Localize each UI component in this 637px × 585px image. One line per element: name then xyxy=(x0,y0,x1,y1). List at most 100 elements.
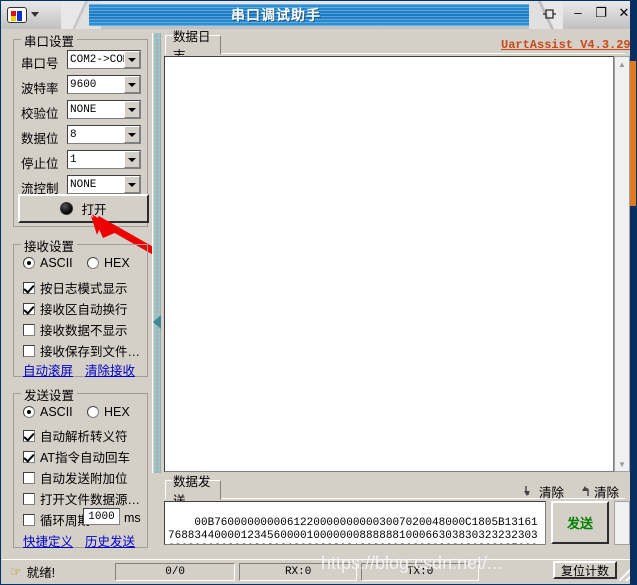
chevron-down-icon[interactable] xyxy=(31,12,39,17)
send-check-cycle[interactable]: 循环周期 xyxy=(23,510,90,529)
checkbox-file-source-icon xyxy=(23,492,35,505)
port-combo[interactable]: COM2->COM xyxy=(67,50,141,69)
flowctrl-combo-chevron-down-icon[interactable] xyxy=(124,176,140,193)
stopbits-combo[interactable]: 1 xyxy=(67,150,141,169)
link-auto-scroll[interactable]: 自动滚屏 xyxy=(23,360,73,379)
status-tx-value: TX:0 xyxy=(406,565,434,578)
port-combo-chevron-down-icon[interactable] xyxy=(124,51,140,68)
send-check-file-source-label: 打开文件数据源… xyxy=(40,493,141,507)
cycle-period-input[interactable]: 1000 xyxy=(83,508,120,525)
outer-scroll-thumb[interactable] xyxy=(630,61,636,206)
baud-value: 9600 xyxy=(70,78,97,91)
reset-counter-button[interactable]: 复位计数 xyxy=(553,561,617,579)
send-check-file-source[interactable]: 打开文件数据源… xyxy=(23,489,140,508)
send-check-escape[interactable]: 自动解析转义符 xyxy=(23,426,128,445)
window-title: 串口调试助手 xyxy=(231,7,321,23)
stopbits-value: 1 xyxy=(70,153,77,166)
flowctrl-value: NONE xyxy=(70,178,97,191)
title-bar: 串口调试助手 – ❐ ✕ xyxy=(1,1,636,29)
databits-combo-chevron-down-icon[interactable] xyxy=(124,126,140,143)
clear-log-button[interactable]: 清除 xyxy=(579,482,619,501)
parity-label: 校验位 xyxy=(21,107,59,121)
link-clear-receive[interactable]: 清除接收 xyxy=(85,360,135,379)
radio-send-hex-icon xyxy=(87,406,99,418)
baud-combo[interactable]: 9600 xyxy=(67,75,141,94)
checkbox-append-bits-icon xyxy=(23,471,35,484)
checkbox-cycle-icon xyxy=(23,513,35,526)
splitter-grip xyxy=(154,33,161,473)
send-hex-label: HEX xyxy=(104,405,130,419)
checkbox-escape-icon xyxy=(23,429,35,442)
app-menu-button[interactable] xyxy=(7,4,59,25)
receive-mode-hex-radio[interactable]: HEX xyxy=(87,256,130,270)
baud-combo-chevron-down-icon[interactable] xyxy=(124,76,140,93)
send-check-at-cr[interactable]: AT指令自动回车 xyxy=(23,447,130,466)
parity-combo[interactable]: NONE xyxy=(67,100,141,119)
pin-window-icon[interactable] xyxy=(541,6,559,22)
status-tx-cell: TX:0 xyxy=(361,562,480,581)
stopbits-combo-chevron-down-icon[interactable] xyxy=(124,151,140,168)
status-rx-value: RX:0 xyxy=(284,565,312,578)
send-mode-ascii-radio[interactable]: ASCII xyxy=(23,405,73,419)
receive-check-hide-data[interactable]: 接收数据不显示 xyxy=(23,320,128,339)
radio-send-ascii-icon xyxy=(23,406,35,418)
data-log-textarea[interactable] xyxy=(164,56,614,472)
send-button-label: 发送 xyxy=(566,516,593,531)
receive-settings-title: 接收设置 xyxy=(21,236,78,255)
status-rx-cell: RX:0 xyxy=(239,562,358,581)
flowctrl-combo[interactable]: NONE xyxy=(67,175,141,194)
receive-check-save-file-label: 接收保存到文件… xyxy=(40,345,141,359)
receive-hex-label: HEX xyxy=(104,256,130,270)
send-check-append-bits-label: 自动发送附加位 xyxy=(40,472,128,486)
send-check-append-bits[interactable]: 自动发送附加位 xyxy=(23,468,128,487)
arrow-down-clear-icon xyxy=(524,486,530,496)
cycle-unit-label: ms xyxy=(124,511,141,525)
close-button[interactable]: ✕ xyxy=(617,4,631,20)
databits-combo[interactable]: 8 xyxy=(67,125,141,144)
checkbox-hide-data-icon xyxy=(23,323,35,336)
receive-check-save-file[interactable]: 接收保存到文件… xyxy=(23,341,140,360)
databits-value: 8 xyxy=(70,128,77,141)
receive-check-log-mode-label: 按日志模式显示 xyxy=(40,282,128,296)
send-mode-hex-radio[interactable]: HEX xyxy=(87,405,130,419)
window-title-strip: 串口调试助手 xyxy=(89,4,533,26)
version-label: UartAssist V4.3.29 xyxy=(501,38,631,52)
parity-value: NONE xyxy=(70,103,97,116)
pin-glyph xyxy=(543,8,556,19)
send-button[interactable]: 发送 xyxy=(551,501,609,544)
clear-send-button[interactable]: 清除 xyxy=(524,482,564,501)
receive-check-autowrap-label: 接收区自动换行 xyxy=(40,303,128,317)
databits-label: 数据位 xyxy=(21,132,59,146)
panel-splitter[interactable] xyxy=(152,33,161,473)
tab-data-send[interactable]: 数据发送 xyxy=(165,475,221,508)
tab-data-log[interactable]: 数据日志 xyxy=(165,30,221,63)
port-label: 串口号 xyxy=(21,57,59,71)
send-ascii-label: ASCII xyxy=(40,405,73,419)
scroll-up-arrow-icon[interactable]: ▲ xyxy=(615,57,629,71)
receive-check-autowrap[interactable]: 接收区自动换行 xyxy=(23,299,128,318)
send-data-content: 00B7600000000061220000000000300702004800… xyxy=(168,517,538,544)
receive-mode-ascii-radio[interactable]: ASCII xyxy=(23,256,73,270)
send-check-at-cr-label: AT指令自动回车 xyxy=(40,451,131,465)
power-dot-icon xyxy=(60,202,74,215)
stopbits-label: 停止位 xyxy=(21,157,59,171)
parity-combo-chevron-down-icon[interactable] xyxy=(124,101,140,118)
link-quick-define[interactable]: 快捷定义 xyxy=(23,531,73,550)
clear-send-label: 清除 xyxy=(539,486,565,500)
checkbox-log-mode-icon xyxy=(23,281,35,294)
scroll-down-arrow-icon[interactable]: ▼ xyxy=(615,457,629,471)
maximize-button[interactable]: ❐ xyxy=(594,4,608,20)
send-data-textarea[interactable]: 00B7600000000061220000000000300702004800… xyxy=(164,501,546,545)
send-data-scrollbar[interactable] xyxy=(614,501,630,545)
receive-check-hide-data-label: 接收数据不显示 xyxy=(40,324,128,338)
data-log-scrollbar[interactable]: ▲ ▼ xyxy=(614,56,630,472)
collapse-left-arrow-icon[interactable] xyxy=(153,315,161,329)
receive-check-log-mode[interactable]: 按日志模式显示 xyxy=(23,278,128,297)
reset-counter-label: 复位计数 xyxy=(560,563,609,578)
tab-strip-filler xyxy=(221,53,625,55)
radio-ascii-icon xyxy=(23,257,35,269)
outer-scroll-strip xyxy=(630,1,636,585)
clear-log-label: 清除 xyxy=(594,486,620,500)
link-send-history[interactable]: 历史发送 xyxy=(85,531,135,550)
minimize-button[interactable]: – xyxy=(571,4,585,20)
